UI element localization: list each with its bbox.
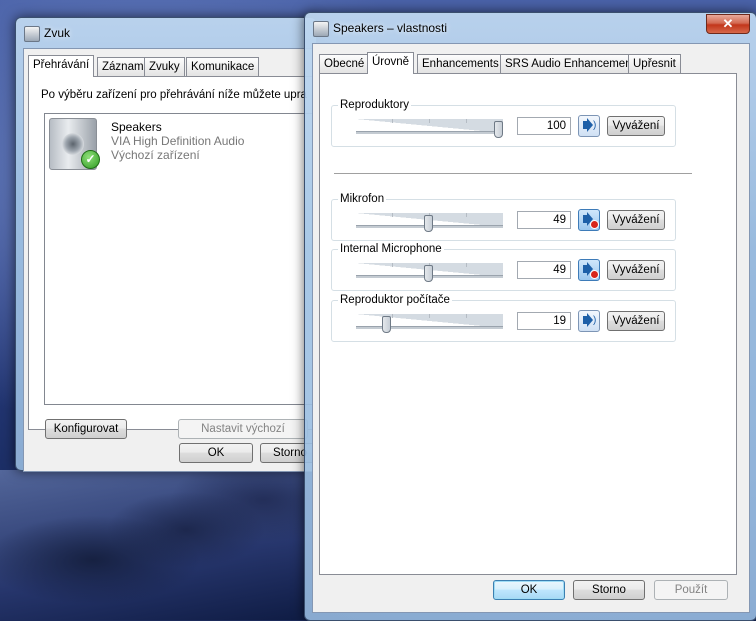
apply-button[interactable]: Použít	[654, 580, 728, 600]
properties-window-title: Speakers – vlastnosti	[333, 21, 448, 35]
slider-thumb[interactable]	[424, 215, 433, 232]
close-button[interactable]: ✕	[706, 14, 750, 34]
sound-waves-icon: )	[593, 120, 597, 131]
speaker-icon	[583, 212, 593, 226]
speaker-icon	[583, 118, 593, 132]
level-group-internal-mic: Internal Microphone 49 Vyvážení	[331, 243, 676, 291]
slider-tick	[429, 119, 430, 123]
slider-tick	[392, 263, 393, 267]
speaker-icon	[583, 313, 593, 327]
configure-button[interactable]: Konfigurovat	[45, 419, 127, 439]
slider-tick	[466, 119, 467, 123]
sound-client: Přehrávání Záznam Zvuky Komunikace Po vý…	[23, 48, 320, 472]
mute-button-pc-speaker[interactable]: )	[578, 310, 600, 332]
balance-button-microphone[interactable]: Vyvážení	[607, 210, 665, 230]
volume-slider-microphone[interactable]	[356, 213, 503, 232]
properties-titlebar[interactable]: Speakers – vlastnosti ✕	[305, 13, 756, 43]
level-label-microphone: Mikrofon	[338, 193, 387, 205]
tab-levels[interactable]: Úrovně	[367, 52, 415, 74]
slider-tick	[392, 314, 393, 318]
slider-tick	[466, 213, 467, 217]
volume-slider-speakers[interactable]	[356, 119, 503, 138]
slider-tick	[392, 119, 393, 123]
properties-cancel-button[interactable]: Storno	[573, 580, 645, 600]
tab-srs-audio[interactable]: SRS Audio Enhancement	[500, 54, 640, 73]
slider-thumb[interactable]	[494, 121, 503, 138]
level-value-speakers[interactable]: 100	[517, 117, 571, 135]
device-name: Speakers	[111, 120, 162, 134]
sound-window-title: Zvuk	[44, 26, 71, 40]
playback-panel: Po výběru zařízení pro přehrávání níže m…	[28, 76, 318, 439]
level-group-microphone: Mikrofon 49 Vyvážení	[331, 193, 676, 241]
tab-advanced[interactable]: Upřesnit	[628, 54, 681, 73]
level-label-speakers: Reproduktory	[338, 99, 412, 111]
slider-thumb[interactable]	[382, 316, 391, 333]
sound-titlebar[interactable]: Zvuk	[16, 18, 316, 48]
device-row-speakers[interactable]: ✓ Speakers VIA High Definition Audio Výc…	[47, 116, 315, 170]
level-label-pc-speaker: Reproduktor počítače	[338, 294, 452, 306]
playback-instruction: Po výběru zařízení pro přehrávání níže m…	[41, 89, 307, 101]
mute-indicator-icon	[590, 270, 599, 279]
balance-button-internal-mic[interactable]: Vyvážení	[607, 260, 665, 280]
mute-indicator-icon	[590, 220, 599, 229]
slider-thumb[interactable]	[424, 265, 433, 282]
tab-enhancements[interactable]: Enhancements	[417, 54, 504, 73]
level-value-microphone[interactable]: 49	[517, 211, 571, 229]
tab-general[interactable]: Obecné	[319, 54, 370, 73]
sound-ok-button[interactable]: OK	[179, 443, 253, 463]
tab-recording[interactable]: Záznam	[97, 57, 149, 76]
device-status: Výchozí zařízení	[111, 148, 200, 162]
sound-window: Zvuk Přehrávání Záznam Zvuky Komunikace …	[15, 17, 320, 472]
mute-button-internal-mic[interactable]	[578, 259, 600, 281]
device-list: ✓ Speakers VIA High Definition Audio Výc…	[44, 113, 318, 405]
levels-separator	[334, 173, 692, 175]
balance-button-speakers[interactable]: Vyvážení	[607, 116, 665, 136]
volume-slider-internal-mic[interactable]	[356, 263, 503, 282]
properties-client: Obecné Úrovně Enhancements SRS Audio Enh…	[312, 43, 750, 613]
speaker-properties-window: Speakers – vlastnosti ✕ Obecné Úrovně En…	[304, 12, 756, 621]
speaker-icon	[583, 262, 593, 276]
slider-tick	[429, 314, 430, 318]
slider-groove	[356, 326, 503, 329]
speaker-app-icon	[313, 21, 329, 37]
level-group-speakers: Reproduktory 100 ) Vyvážení	[331, 99, 676, 147]
speaker-cone-icon	[62, 133, 84, 155]
sound-waves-icon: )	[593, 315, 597, 326]
device-driver: VIA High Definition Audio	[111, 134, 245, 148]
balance-button-pc-speaker[interactable]: Vyvážení	[607, 311, 665, 331]
tab-sounds[interactable]: Zvuky	[144, 57, 185, 76]
sound-tabbar: Přehrávání Záznam Zvuky Komunikace	[28, 55, 308, 77]
mute-button-speakers[interactable]: )	[578, 115, 600, 137]
tab-playback[interactable]: Přehrávání	[28, 55, 95, 77]
levels-panel: Reproduktory 100 ) Vyvážení Mikrofon 49 …	[319, 73, 737, 575]
mute-button-microphone[interactable]	[578, 209, 600, 231]
level-value-pc-speaker[interactable]: 19	[517, 312, 571, 330]
set-default-button[interactable]: Nastavit výchozí	[178, 419, 308, 439]
level-value-internal-mic[interactable]: 49	[517, 261, 571, 279]
properties-tabbar: Obecné Úrovně Enhancements SRS Audio Enh…	[319, 52, 739, 74]
slider-tick	[392, 213, 393, 217]
level-label-internal-mic: Internal Microphone	[338, 243, 444, 255]
wallpaper-caravan-scene	[0, 470, 310, 620]
default-check-icon: ✓	[81, 150, 100, 169]
properties-ok-button[interactable]: OK	[493, 580, 565, 600]
slider-tick	[466, 263, 467, 267]
slider-tick	[466, 314, 467, 318]
tab-communications[interactable]: Komunikace	[186, 57, 260, 76]
level-group-pc-speaker: Reproduktor počítače 19 ) Vyvážení	[331, 294, 676, 342]
volume-slider-pc-speaker[interactable]	[356, 314, 503, 333]
speaker-app-icon	[24, 26, 40, 42]
slider-groove	[356, 131, 503, 134]
